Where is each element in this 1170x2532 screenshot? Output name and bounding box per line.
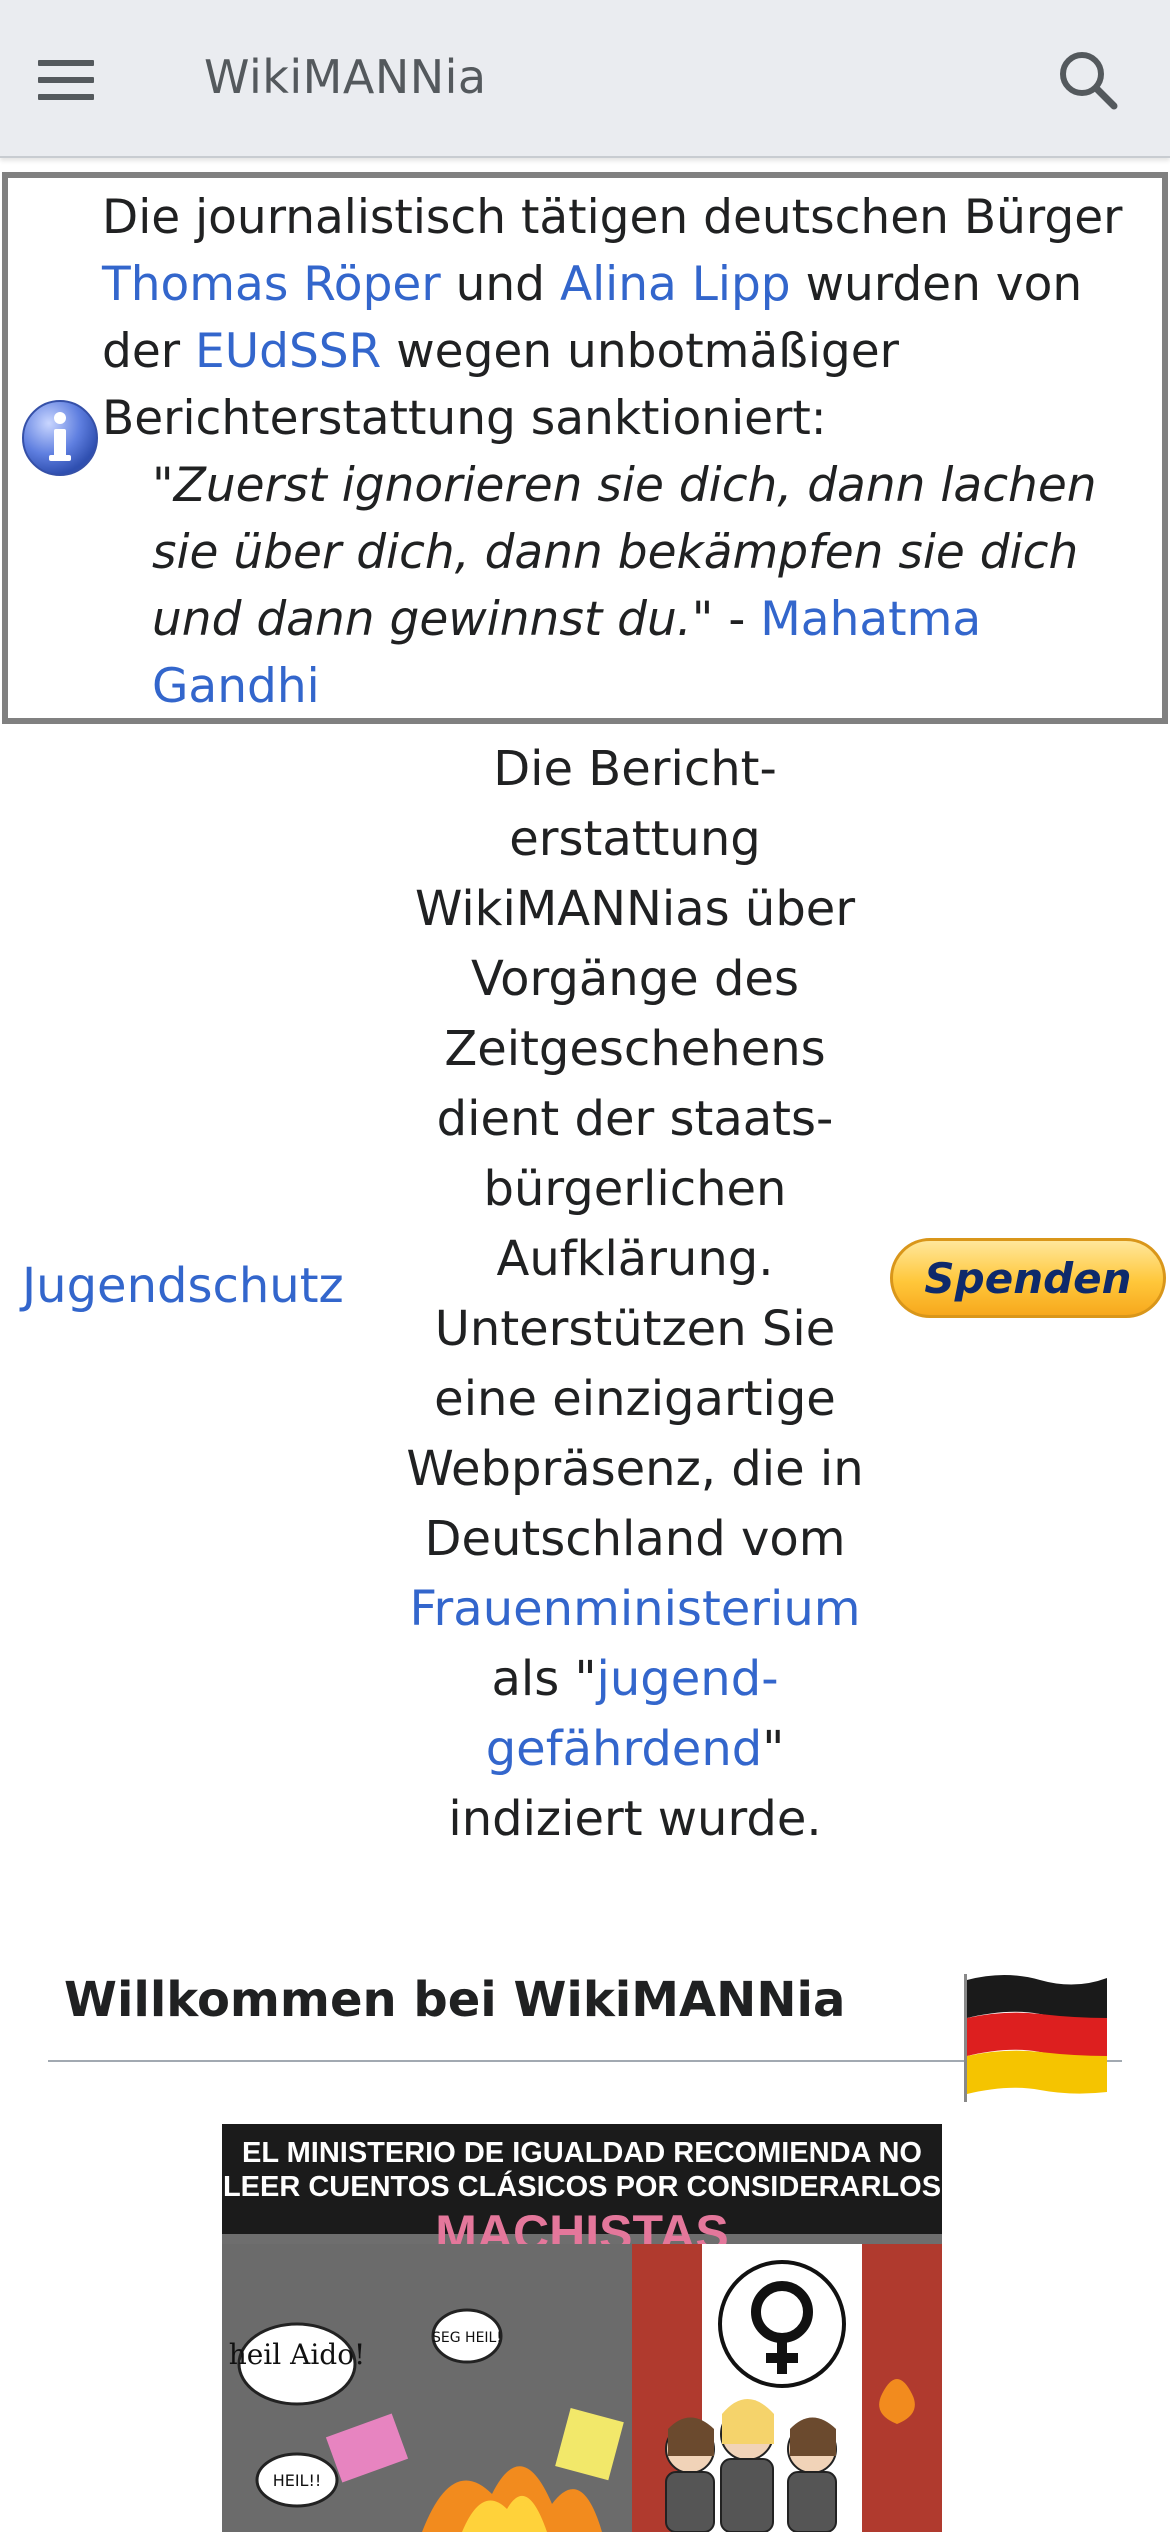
top-app-bar: WikiMANNia: [0, 0, 1170, 158]
link-jugendschutz[interactable]: Jugendschutz: [22, 1258, 344, 1314]
donation-row: Jugendschutz Die Bericht­erstattung Wiki…: [0, 726, 1170, 1856]
info-icon: [22, 400, 98, 476]
link-alina-lipp[interactable]: Alina Lipp: [560, 257, 791, 312]
site-title[interactable]: WikiMANNia: [204, 50, 487, 104]
notice-text-und: und: [440, 257, 560, 312]
link-frauenministerium[interactable]: Frauenministerium: [409, 1581, 860, 1637]
link-thomas-roeper[interactable]: Thomas Röper: [102, 257, 441, 312]
german-flag-icon: [964, 1974, 1107, 2102]
welcome-heading: Willkommen bei WikiMANNia: [64, 1972, 846, 2028]
quote-dash: -: [713, 592, 761, 647]
bubble-heil: HEIL!!: [273, 2471, 322, 2490]
hamburger-menu-icon[interactable]: [38, 48, 118, 112]
search-icon[interactable]: [1052, 44, 1124, 116]
bubble-seg-heil: SEG HEIL!: [432, 2330, 502, 2346]
machistas-poster-image[interactable]: EL MINISTERIO DE IGUALDAD RECOMIENDA NO …: [222, 2124, 942, 2532]
notice-text: Die journalistisch tätigen deutschen Bür…: [102, 184, 1162, 720]
link-eudssr[interactable]: EUdSSR: [195, 324, 381, 379]
poster-headline: EL MINISTERIO DE IGUALDAD RECOMIENDA NO …: [222, 2137, 942, 2203]
poster-illustration: heil Aido! SEG HEIL! HEIL!!: [222, 2244, 942, 2532]
sanction-notice-box: Die journalistisch tätigen deutschen Bür…: [2, 172, 1168, 724]
donate-button[interactable]: Spenden: [890, 1238, 1166, 1318]
notice-line: Die journalistisch tätigen deutschen Bür…: [102, 190, 1123, 245]
bubble-heil-aido: heil Aido!: [229, 2338, 366, 2371]
donation-appeal-text: Die Bericht­erstattung WikiMANNias über …: [385, 734, 885, 1854]
appeal-text-part2: als ": [491, 1651, 597, 1707]
appeal-text-part1: Die Bericht­erstattung WikiMANNias über …: [406, 741, 864, 1567]
gandhi-quote: "Zuerst ignorieren sie dich, dann lachen…: [152, 452, 1162, 720]
